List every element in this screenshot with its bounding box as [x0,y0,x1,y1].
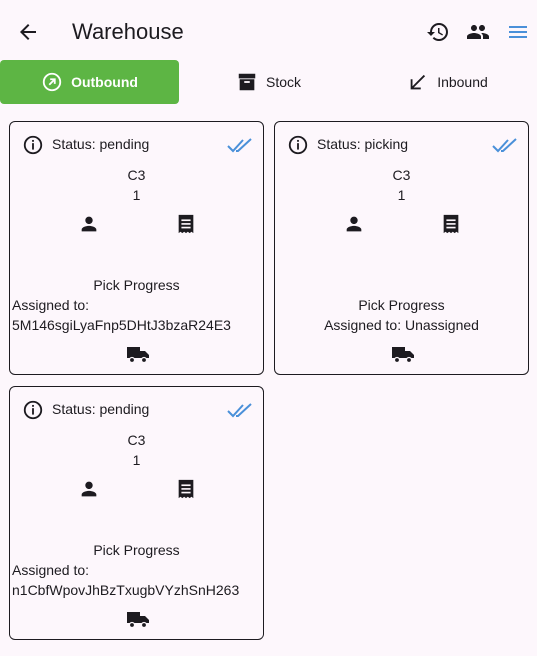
status-text: Status: picking [317,136,409,152]
receipt-icon[interactable] [440,213,462,235]
menu-icon[interactable] [506,20,530,44]
quantity-text: 1 [132,452,141,468]
double-check-icon [492,138,517,153]
assignee-id: n1CbfWpovJhBzTxugbVYzhSnH263 [12,582,240,598]
info-icon [288,135,308,155]
tab-outbound-label: Outbound [71,74,138,90]
order-card[interactable]: Status: pending C3 1 Pick Progress Assig… [9,121,264,375]
double-check-icon [227,138,252,153]
quantity-text: 1 [132,187,141,203]
page-title: Warehouse [72,19,184,44]
history-icon[interactable] [426,20,450,44]
person-icon[interactable] [78,478,100,500]
location-text: C3 [392,167,411,183]
tab-stock-label: Stock [265,74,301,90]
tab-inbound[interactable]: Inbound [358,60,537,104]
info-icon [23,400,43,420]
pick-progress-label: Pick Progress [93,277,180,293]
double-check-icon [227,403,252,418]
truck-icon[interactable] [126,609,150,629]
pick-progress-label: Pick Progress [93,542,180,558]
order-card[interactable]: Status: pending C3 1 Pick Progress Assig… [9,386,264,640]
truck-icon[interactable] [126,344,150,364]
tab-bar: Outbound Stock Inbound [0,60,537,104]
info-icon [23,135,43,155]
outbound-arrow-icon [42,72,62,92]
status-text: Status: pending [52,401,150,417]
pick-progress-label: Pick Progress [358,297,445,313]
tab-outbound[interactable]: Outbound [0,60,179,104]
app-bar: Warehouse [0,0,537,60]
tab-stock[interactable]: Stock [179,60,358,104]
person-icon[interactable] [78,213,100,235]
assigned-text: Assigned to: Unassigned [324,317,479,333]
receipt-icon[interactable] [175,213,197,235]
archive-box-icon [238,73,256,91]
receipt-icon[interactable] [175,478,197,500]
location-text: C3 [127,167,146,183]
truck-icon[interactable] [391,344,415,364]
assigned-label: Assigned to: [12,297,90,313]
assignee-id: 5M146sgiLyaFnp5DHtJ3bzaR24E3 [12,317,231,333]
tab-inbound-label: Inbound [437,74,488,90]
quantity-text: 1 [397,187,406,203]
inbound-arrow-icon [410,74,426,90]
people-icon[interactable] [466,20,490,44]
person-icon[interactable] [343,213,365,235]
status-text: Status: pending [52,136,150,152]
assigned-label: Assigned to: [12,562,90,578]
location-text: C3 [127,432,146,448]
arrow-back-icon[interactable] [16,20,40,44]
order-card[interactable]: Status: picking C3 1 Pick Progress Assig… [274,121,529,375]
